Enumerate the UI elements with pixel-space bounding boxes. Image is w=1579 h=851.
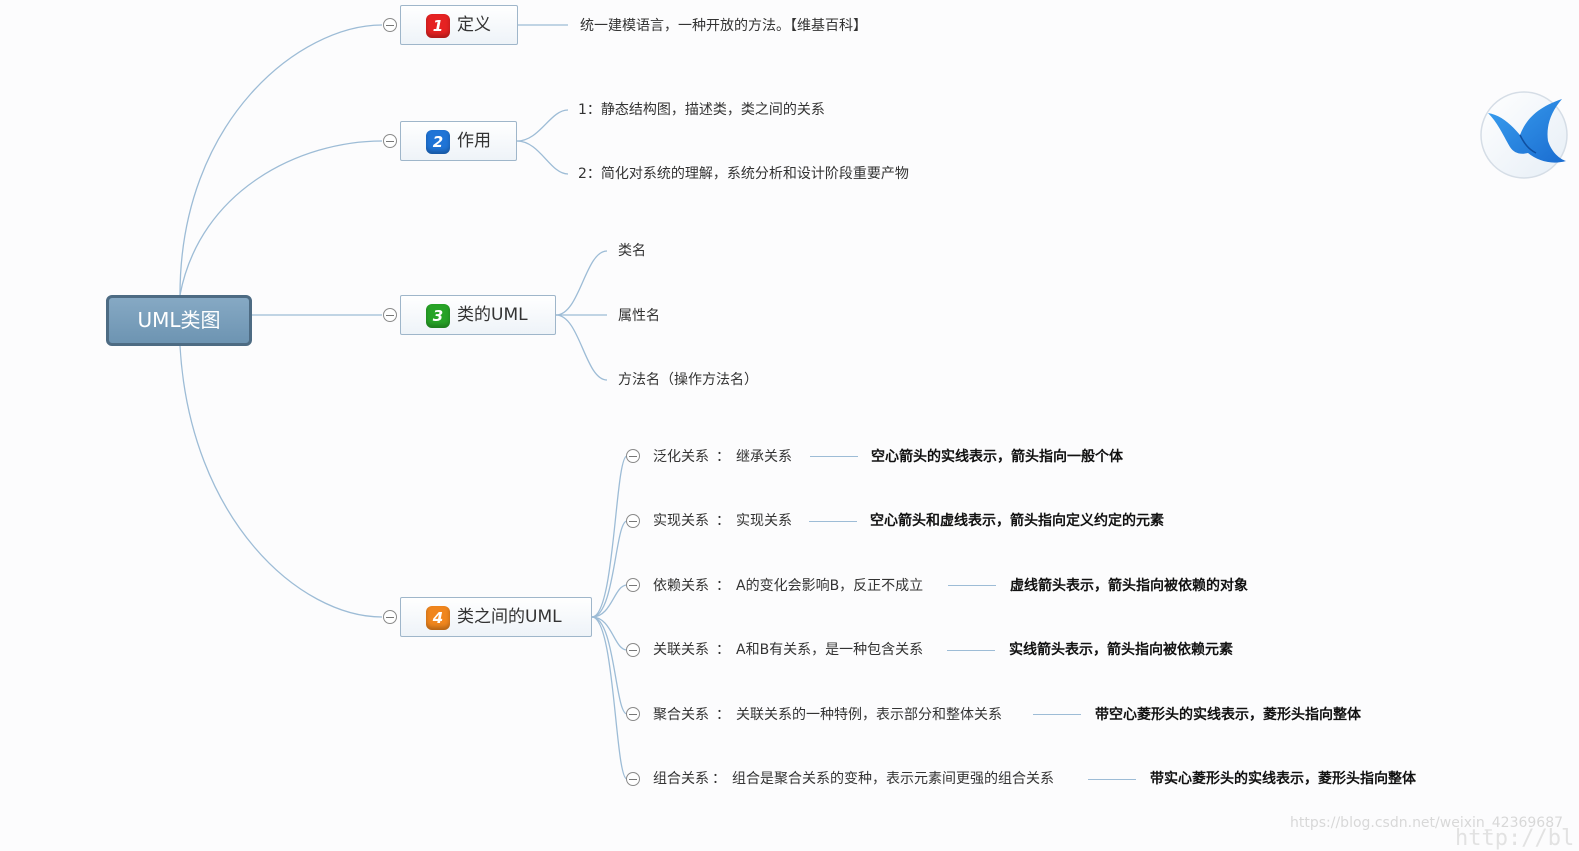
- relation-note[interactable]: 空心箭头和虚线表示，箭头指向定义约定的元素: [870, 511, 1164, 531]
- relation-desc[interactable]: 组合是聚合关系的变种，表示元素间更强的组合关系: [732, 769, 1054, 789]
- bird-icon[interactable]: [1480, 91, 1568, 179]
- topic-purpose[interactable]: 2 作用: [400, 121, 517, 161]
- collapse-toggle-relation[interactable]: [626, 772, 640, 786]
- topic-label: 作用: [457, 131, 491, 151]
- relation-note[interactable]: 带空心菱形头的实线表示，菱形头指向整体: [1095, 705, 1361, 725]
- topic-class-relations[interactable]: 4 类之间的UML: [400, 597, 592, 637]
- relation-separator: ：: [716, 578, 730, 594]
- relation-separator: ：: [716, 449, 730, 465]
- relation-name[interactable]: 组合关系: [653, 769, 709, 789]
- priority-3-icon: 3: [426, 304, 450, 328]
- subtopic-purpose-2[interactable]: 2：简化对系统的理解，系统分析和设计阶段重要产物: [578, 164, 909, 184]
- collapse-toggle-relation[interactable]: [626, 643, 640, 657]
- watermark-fragment: http://bl: [1455, 826, 1575, 851]
- relation-connector: [1033, 714, 1081, 715]
- collapse-toggle-definition[interactable]: [383, 18, 397, 32]
- relation-separator: ：: [716, 707, 730, 723]
- relation-desc[interactable]: 继承关系: [736, 447, 792, 467]
- relation-note[interactable]: 带实心菱形头的实线表示，菱形头指向整体: [1150, 769, 1416, 789]
- relation-desc[interactable]: 关联关系的一种特例，表示部分和整体关系: [736, 705, 1002, 725]
- subtopic-method-name[interactable]: 方法名（操作方法名）: [618, 370, 758, 390]
- relation-note[interactable]: 实线箭头表示，箭头指向被依赖元素: [1009, 640, 1233, 660]
- collapse-toggle-relation[interactable]: [626, 449, 640, 463]
- priority-1-icon: 1: [426, 14, 450, 38]
- relation-name[interactable]: 聚合关系: [653, 705, 709, 725]
- subtopic-definition-text[interactable]: 统一建模语言，一种开放的方法。【维基百科】: [580, 16, 867, 36]
- collapse-toggle-relation[interactable]: [626, 514, 640, 528]
- relation-desc[interactable]: A和B有关系，是一种包含关系: [736, 640, 923, 660]
- relation-name[interactable]: 泛化关系: [653, 447, 709, 467]
- relation-desc[interactable]: A的变化会影响B，反正不成立: [736, 576, 923, 596]
- relation-name[interactable]: 依赖关系: [653, 576, 709, 596]
- relation-connector: [947, 650, 995, 651]
- priority-2-icon: 2: [426, 130, 450, 154]
- collapse-toggle-purpose[interactable]: [383, 134, 397, 148]
- subtopic-class-name[interactable]: 类名: [618, 241, 646, 261]
- subtopic-attribute-name[interactable]: 属性名: [618, 306, 660, 326]
- topic-label: 类之间的UML: [457, 607, 562, 627]
- priority-4-icon: 4: [426, 606, 450, 630]
- relation-name[interactable]: 实现关系: [653, 511, 709, 531]
- relation-separator: ：: [712, 771, 726, 787]
- relation-desc[interactable]: 实现关系: [736, 511, 792, 531]
- topic-definition[interactable]: 1 定义: [400, 5, 518, 45]
- relation-connector: [809, 521, 857, 522]
- relation-separator: ：: [716, 642, 730, 658]
- relation-name[interactable]: 关联关系: [653, 640, 709, 660]
- relation-note[interactable]: 空心箭头的实线表示，箭头指向一般个体: [871, 447, 1123, 467]
- collapse-toggle-class-uml[interactable]: [383, 308, 397, 322]
- subtopic-purpose-1[interactable]: 1：静态结构图，描述类，类之间的关系: [578, 100, 825, 120]
- relation-connector: [1088, 779, 1136, 780]
- root-topic[interactable]: UML类图: [106, 295, 252, 346]
- topic-class-uml[interactable]: 3 类的UML: [400, 295, 556, 335]
- topic-label: 类的UML: [457, 305, 528, 325]
- relation-note[interactable]: 虚线箭头表示，箭头指向被依赖的对象: [1010, 576, 1248, 596]
- collapse-toggle-class-relations[interactable]: [383, 610, 397, 624]
- relation-connector: [948, 585, 996, 586]
- relation-connector: [810, 456, 858, 457]
- relation-separator: ：: [716, 513, 730, 529]
- topic-label: 定义: [457, 15, 491, 35]
- collapse-toggle-relation[interactable]: [626, 707, 640, 721]
- collapse-toggle-relation[interactable]: [626, 578, 640, 592]
